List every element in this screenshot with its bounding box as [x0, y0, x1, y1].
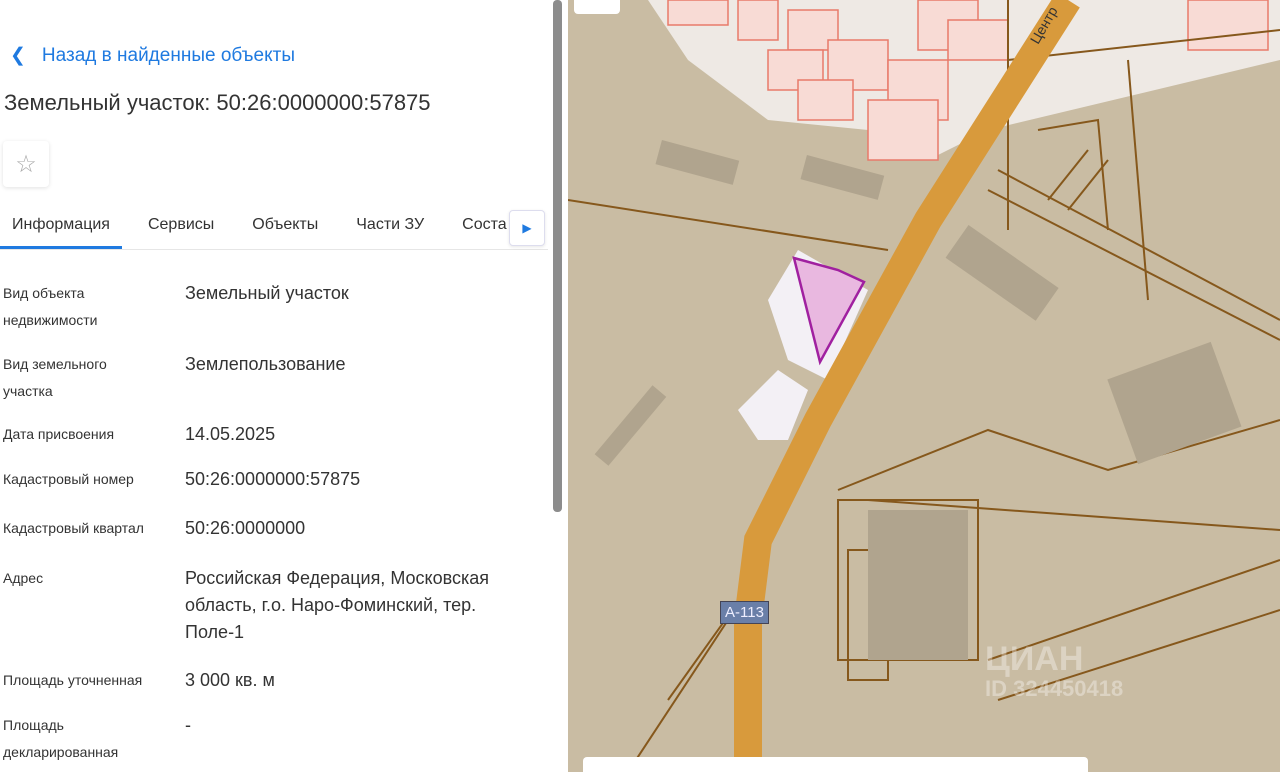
tab-objects[interactable]: Объекты	[226, 204, 330, 249]
cadastral-map[interactable]: Центр А-113 ЦИАН ID 324450418	[568, 0, 1280, 772]
field-label: Адрес	[3, 570, 44, 586]
field-value: 3 000 кв. м	[185, 670, 275, 690]
road-shield: А-113	[720, 601, 769, 624]
tab-composition[interactable]: Соста	[436, 204, 519, 249]
field-value: Российская Федерация, Московская область…	[185, 568, 489, 642]
field-value: -	[185, 715, 191, 735]
field-value: Землепользование	[185, 354, 346, 374]
page-title: Земельный участок: 50:26:0000000:57875	[4, 90, 431, 115]
watermark-id: ID 324450418	[985, 676, 1124, 701]
back-link[interactable]: ❮ Назад в найденные объекты	[10, 44, 295, 67]
field-label: Кадастровый квартал	[3, 520, 144, 536]
tab-info[interactable]: Информация	[0, 204, 122, 249]
field-value: 14.05.2025	[185, 424, 276, 444]
back-link-label: Назад в найденные объекты	[41, 44, 295, 66]
tabs: Информация Сервисы Объекты Части ЗУ Сост…	[0, 204, 548, 250]
tabs-next-button[interactable]: ▶	[509, 210, 545, 246]
field-label: Кадастровый номер	[3, 471, 134, 487]
field-label: Площадь декларированная	[3, 717, 119, 760]
favorite-button[interactable]: ☆	[3, 141, 49, 187]
field-label: Вид объекта недвижимости	[3, 285, 98, 328]
star-icon: ☆	[15, 150, 37, 178]
map-canvas: Центр	[568, 0, 1280, 772]
tab-parts[interactable]: Части ЗУ	[330, 204, 436, 249]
caret-right-icon: ▶	[522, 221, 532, 235]
field-label: Дата присвоения	[3, 426, 115, 442]
field-label: Площадь уточненная	[3, 672, 143, 688]
map-control-button[interactable]	[574, 0, 620, 14]
scrollbar[interactable]	[553, 0, 562, 512]
field-value: 50:26:0000000	[185, 518, 306, 538]
info-panel: ❮ Назад в найденные объекты Земельный уч…	[0, 0, 568, 772]
field-value: 50:26:0000000:57875	[185, 469, 361, 489]
field-label: Вид земельного участка	[3, 356, 107, 399]
tab-services[interactable]: Сервисы	[122, 204, 226, 249]
chevron-left-icon: ❮	[10, 45, 26, 66]
field-value: Земельный участок	[185, 283, 349, 303]
watermark: ЦИАН	[985, 640, 1084, 678]
map-bottom-panel	[583, 757, 1088, 772]
